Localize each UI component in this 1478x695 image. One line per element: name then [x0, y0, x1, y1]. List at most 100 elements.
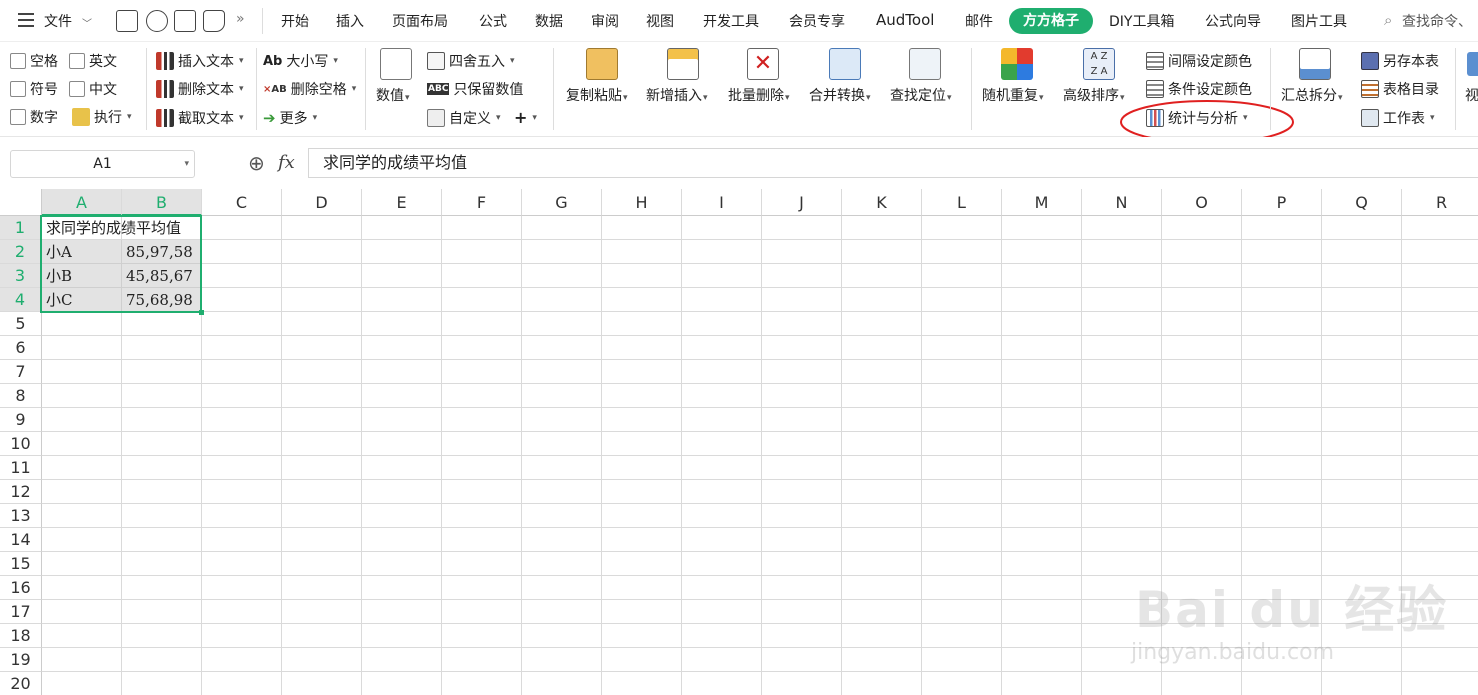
- tab-audtool[interactable]: AudTool: [876, 11, 934, 29]
- row-header-5[interactable]: 5: [0, 312, 42, 336]
- checkbox-box[interactable]: [69, 53, 85, 69]
- value-icon[interactable]: [380, 48, 412, 80]
- fill-handle[interactable]: [199, 310, 204, 315]
- chevron-down-icon[interactable]: ▾: [184, 151, 189, 177]
- row-header-17[interactable]: 17: [0, 600, 42, 624]
- column-header-m[interactable]: M: [1002, 189, 1082, 216]
- merge-convert-button[interactable]: 合并转换▾: [809, 85, 871, 105]
- print-preview-icon[interactable]: [203, 10, 225, 32]
- column-header-i[interactable]: I: [682, 189, 762, 216]
- row-header-16[interactable]: 16: [0, 576, 42, 600]
- row-header-9[interactable]: 9: [0, 408, 42, 432]
- batch-delete-button[interactable]: 批量删除▾: [728, 85, 790, 105]
- value-button[interactable]: 数值▾: [376, 85, 410, 105]
- copy-paste-icon[interactable]: [586, 48, 618, 80]
- delete-space-button[interactable]: ×AB 删除空格 ▾: [263, 79, 356, 99]
- save-icon[interactable]: [116, 10, 138, 32]
- custom-button[interactable]: 自定义 ▾: [427, 108, 501, 128]
- view-icon[interactable]: [1467, 52, 1478, 76]
- checkbox-symbol[interactable]: 符号: [10, 79, 58, 99]
- advanced-sort-button[interactable]: 高级排序▾: [1063, 85, 1125, 105]
- tab-review[interactable]: 审阅: [591, 11, 619, 31]
- search-command-input[interactable]: 查找命令、: [1402, 11, 1472, 31]
- checkbox-box[interactable]: [10, 109, 26, 125]
- tab-fangfanggezi[interactable]: 方方格子: [1009, 8, 1093, 34]
- column-header-j[interactable]: J: [762, 189, 842, 216]
- hamburger-menu-icon[interactable]: [18, 13, 34, 27]
- row-header-20[interactable]: 20: [0, 672, 42, 695]
- select-all-corner[interactable]: [0, 189, 42, 216]
- round-button[interactable]: 四舍五入 ▾: [427, 51, 515, 71]
- plus-button[interactable]: + ▾: [514, 108, 537, 127]
- name-box[interactable]: A1 ▾: [10, 150, 195, 178]
- insert-text-button[interactable]: 插入文本 ▾: [156, 51, 244, 71]
- save-as-sheet-button[interactable]: 另存本表: [1361, 51, 1439, 71]
- row-header-13[interactable]: 13: [0, 504, 42, 528]
- column-header-d[interactable]: D: [282, 189, 362, 216]
- tab-insert[interactable]: 插入: [336, 11, 364, 31]
- checkbox-box[interactable]: [10, 53, 26, 69]
- more-button[interactable]: ➔ 更多 ▾: [263, 108, 317, 128]
- column-header-n[interactable]: N: [1082, 189, 1162, 216]
- row-header-11[interactable]: 11: [0, 456, 42, 480]
- row-header-3[interactable]: 3: [0, 264, 42, 288]
- cut-text-button[interactable]: 截取文本 ▾: [156, 108, 244, 128]
- checkbox-number[interactable]: 数字: [10, 107, 58, 127]
- formula-input[interactable]: 求同学的成绩平均值: [308, 148, 1478, 178]
- column-header-q[interactable]: Q: [1322, 189, 1402, 216]
- row-header-14[interactable]: 14: [0, 528, 42, 552]
- row-header-12[interactable]: 12: [0, 480, 42, 504]
- column-header-c[interactable]: C: [202, 189, 282, 216]
- column-header-h[interactable]: H: [602, 189, 682, 216]
- summary-split-button[interactable]: 汇总拆分▾: [1281, 85, 1343, 105]
- file-menu[interactable]: 文件: [44, 11, 72, 31]
- tab-page-layout[interactable]: 页面布局: [392, 11, 448, 31]
- batch-delete-icon[interactable]: ✕: [747, 48, 779, 80]
- delete-text-button[interactable]: 删除文本 ▾: [156, 79, 244, 99]
- tab-formula-wizard[interactable]: 公式向导: [1205, 11, 1261, 31]
- checkbox-box[interactable]: [10, 81, 26, 97]
- column-header-a[interactable]: A: [42, 189, 122, 216]
- random-repeat-icon[interactable]: [1001, 48, 1033, 80]
- keep-value-button[interactable]: ABC 只保留数值: [427, 79, 523, 99]
- tab-view[interactable]: 视图: [646, 11, 674, 31]
- sheet-catalog-button[interactable]: 表格目录: [1361, 79, 1439, 99]
- zoom-icon[interactable]: ⊕: [248, 151, 265, 175]
- tab-member[interactable]: 会员专享: [789, 11, 845, 31]
- new-insert-icon[interactable]: [667, 48, 699, 80]
- worksheet-button[interactable]: 工作表 ▾: [1361, 108, 1435, 128]
- column-header-p[interactable]: P: [1242, 189, 1322, 216]
- chevron-down-icon[interactable]: ﹀: [82, 15, 92, 30]
- checkbox-box[interactable]: [69, 81, 85, 97]
- column-header-r[interactable]: R: [1402, 189, 1478, 216]
- find-locate-button[interactable]: 查找定位▾: [890, 85, 952, 105]
- row-header-15[interactable]: 15: [0, 552, 42, 576]
- more-chevron-icon[interactable]: »: [236, 11, 245, 27]
- merge-convert-icon[interactable]: [829, 48, 861, 80]
- tab-diy-toolbox[interactable]: DIY工具箱: [1109, 11, 1174, 31]
- row-header-10[interactable]: 10: [0, 432, 42, 456]
- random-repeat-button[interactable]: 随机重复▾: [982, 85, 1044, 105]
- export-icon[interactable]: [146, 10, 168, 32]
- column-header-g[interactable]: G: [522, 189, 602, 216]
- column-header-l[interactable]: L: [922, 189, 1002, 216]
- execute-button[interactable]: 执行 ▾: [72, 107, 132, 127]
- copy-paste-button[interactable]: 复制粘贴▾: [566, 85, 628, 105]
- tab-picture-tools[interactable]: 图片工具: [1291, 11, 1347, 31]
- tab-start[interactable]: 开始: [281, 11, 309, 31]
- checkbox-english[interactable]: 英文: [69, 51, 117, 71]
- view-button[interactable]: 视: [1465, 85, 1478, 105]
- search-icon[interactable]: ⌕: [1384, 11, 1392, 29]
- checkbox-chinese[interactable]: 中文: [69, 79, 117, 99]
- column-header-b[interactable]: B: [122, 189, 202, 216]
- row-header-2[interactable]: 2: [0, 240, 42, 264]
- row-header-8[interactable]: 8: [0, 384, 42, 408]
- row-header-1[interactable]: 1: [0, 216, 42, 240]
- column-header-f[interactable]: F: [442, 189, 522, 216]
- tab-developer[interactable]: 开发工具: [703, 11, 759, 31]
- sort-az-icon[interactable]: A ZZ A: [1083, 48, 1115, 80]
- case-button[interactable]: Ab 大小写 ▾: [263, 51, 338, 71]
- print-icon[interactable]: [174, 10, 196, 32]
- tab-formula[interactable]: 公式: [479, 11, 507, 31]
- row-header-19[interactable]: 19: [0, 648, 42, 672]
